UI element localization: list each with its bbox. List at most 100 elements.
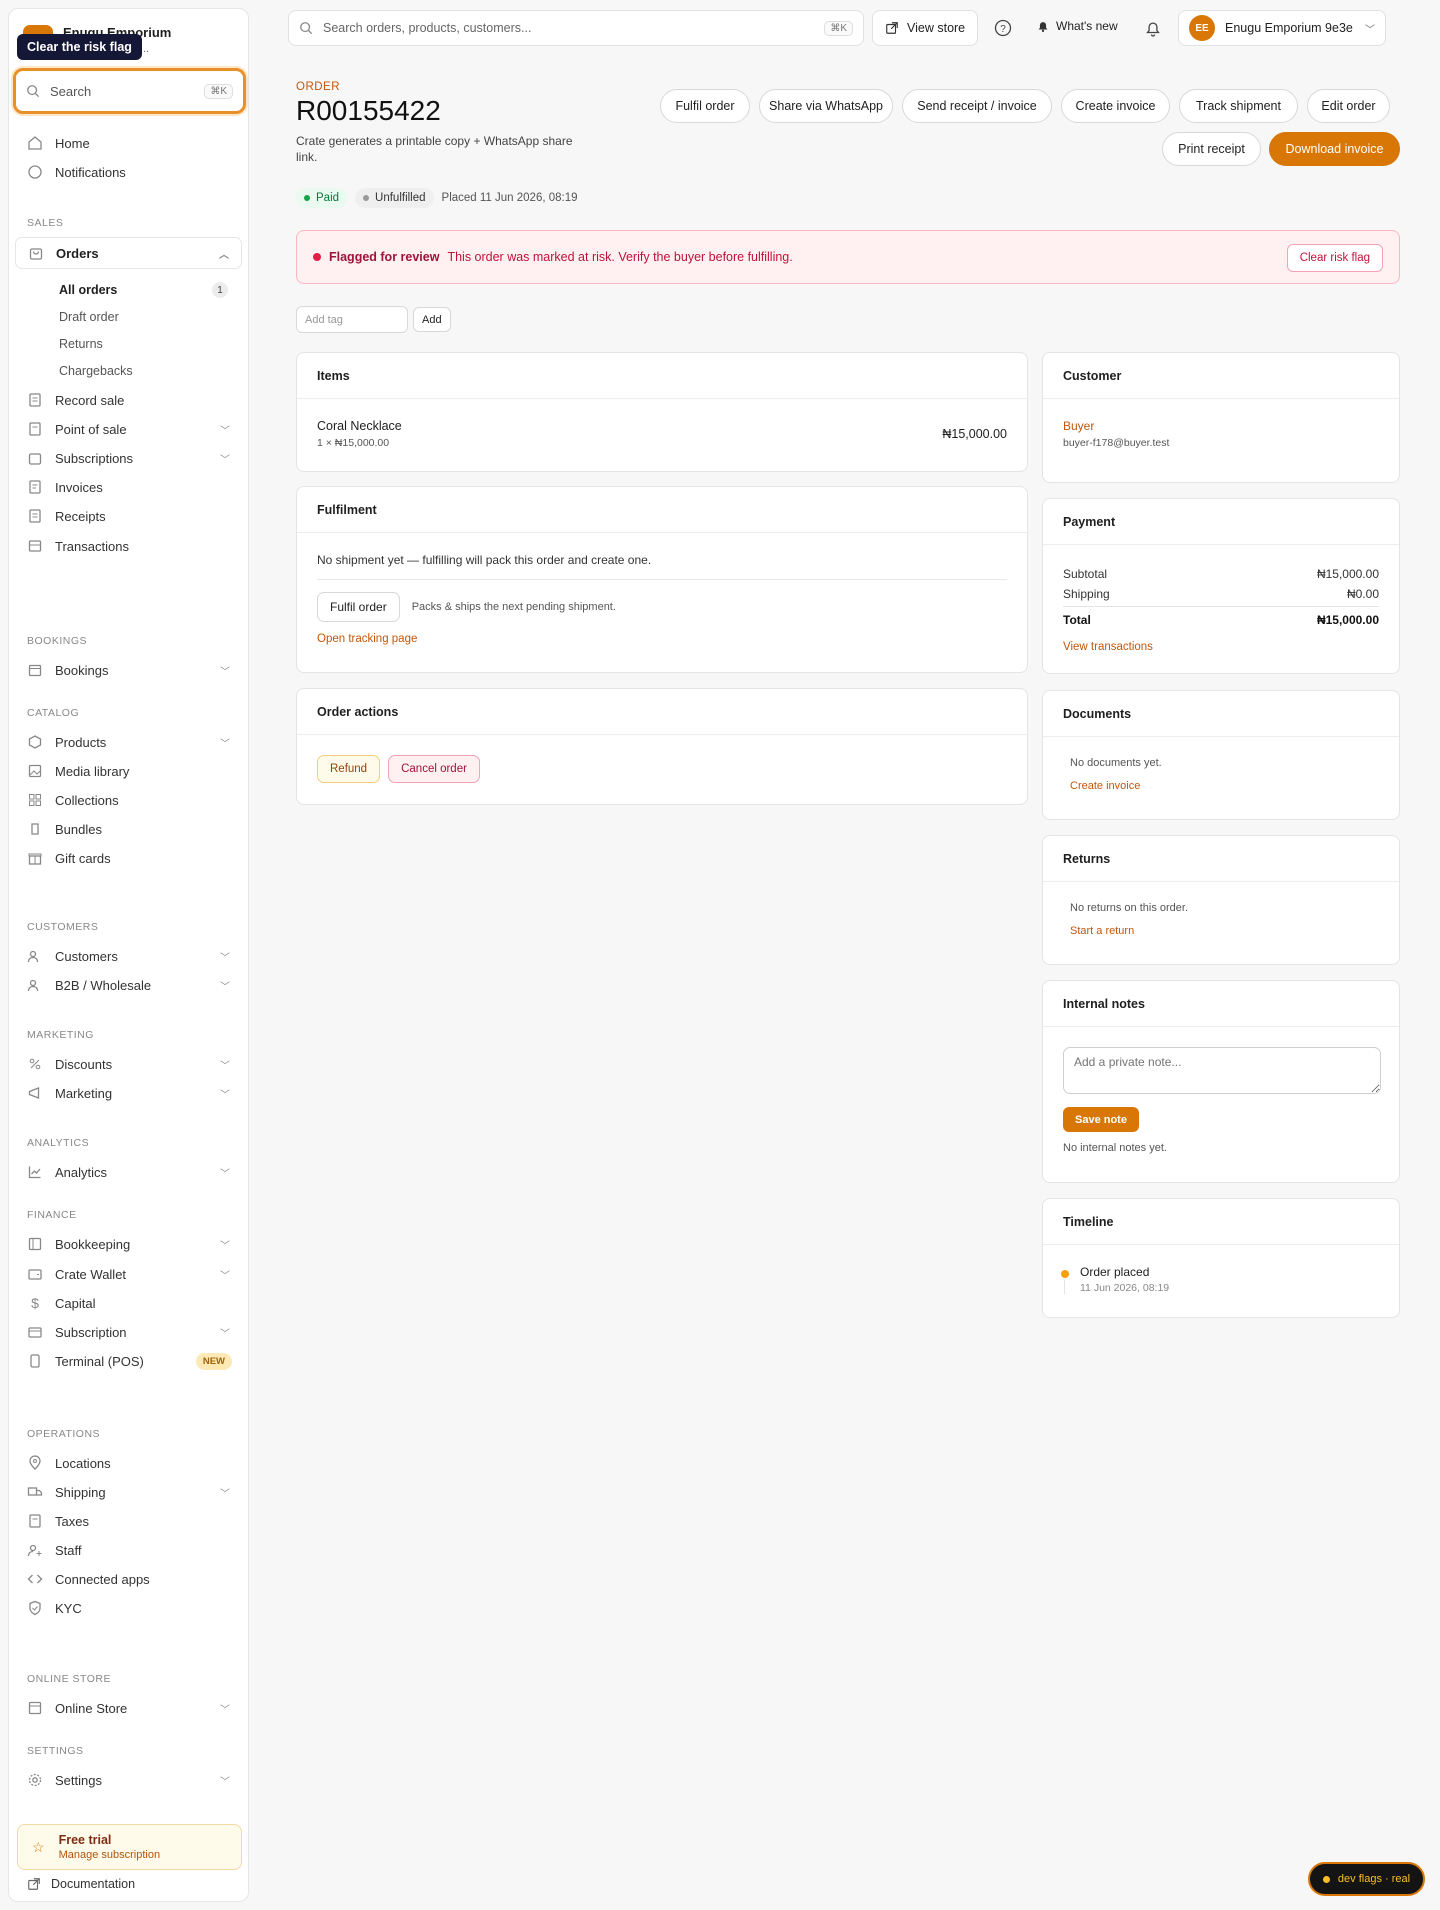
sidebar-item-crate-wallet[interactable]: Crate Wallet ﹀	[15, 1258, 242, 1290]
sidebar-item-products[interactable]: Products ﹀	[15, 726, 242, 758]
open-tracking-link[interactable]: Open tracking page	[317, 633, 1007, 645]
sidebar-item-point-of-sale[interactable]: Point of sale ﹀	[15, 413, 242, 445]
refund-button[interactable]: Refund	[317, 755, 381, 783]
download-invoice-button[interactable]: Download invoice	[1269, 132, 1400, 166]
sidebar-item-staff[interactable]: Staff	[15, 1534, 242, 1566]
free-trial-card[interactable]: ☆ Free trial Manage subscription	[17, 1824, 242, 1870]
sidebar-item-label: Bookkeeping	[55, 1236, 131, 1252]
fulfilment-message: No shipment yet — fulfilling will pack t…	[317, 553, 1007, 580]
sidebar-item-online-store[interactable]: Online Store ﹀	[15, 1692, 242, 1724]
sidebar-item-kyc[interactable]: KYC	[15, 1592, 242, 1624]
help-icon[interactable]: ?	[994, 19, 1012, 37]
internal-notes-card: Internal notes Save note No internal not…	[1042, 980, 1400, 1183]
global-search[interactable]: Search orders, products, customers... ⌘K	[288, 10, 864, 46]
chevron-down-icon: ﹀	[220, 1089, 230, 1101]
section-online-store: ONLINE STORE	[27, 1673, 111, 1685]
timeline-event: Order placed	[1080, 1265, 1150, 1279]
edit-order-button[interactable]: Edit order	[1307, 89, 1390, 123]
sidebar-item-discounts[interactable]: Discounts ﹀	[15, 1048, 242, 1080]
sidebar-item-analytics[interactable]: Analytics ﹀	[15, 1156, 242, 1188]
sidebar-item-shipping[interactable]: Shipping ﹀	[15, 1476, 242, 1508]
sidebar-item-marketing[interactable]: Marketing ﹀	[15, 1077, 242, 1109]
card-title: Returns	[1043, 836, 1399, 882]
sidebar-item-orders[interactable]: Orders ︿	[15, 237, 242, 269]
chevron-down-icon: ﹀	[220, 952, 230, 964]
sidebar-item-media-library[interactable]: Media library	[15, 755, 242, 787]
sidebar-item-notifications[interactable]: Notifications	[15, 156, 242, 188]
chevron-down-icon: ﹀	[220, 1240, 230, 1252]
add-tag-button[interactable]: Add	[413, 307, 451, 332]
sidebar-item-label: Receipts	[55, 508, 106, 524]
status-dot	[304, 195, 310, 201]
create-invoice-link[interactable]: Create invoice	[1070, 780, 1372, 792]
sidebar-subitem-returns[interactable]: Returns	[59, 337, 103, 351]
sidebar-item-invoices[interactable]: Invoices	[15, 471, 242, 503]
avatar: EE	[1189, 15, 1215, 41]
sidebar-item-bookkeeping[interactable]: Bookkeeping ﹀	[15, 1228, 242, 1260]
tag-input[interactable]: Add tag	[296, 306, 408, 333]
send-receipt-button[interactable]: Send receipt / invoice	[902, 89, 1052, 123]
sidebar-item-locations[interactable]: Locations	[15, 1447, 242, 1479]
create-invoice-button[interactable]: Create invoice	[1061, 89, 1170, 123]
sidebar-item-label: Crate Wallet	[55, 1266, 127, 1282]
chevron-down-icon: ﹀	[220, 454, 230, 466]
bell-icon[interactable]	[1144, 19, 1162, 37]
sidebar-item-bundles[interactable]: Bundles	[15, 813, 242, 845]
sidebar-item-label: Media library	[55, 763, 130, 779]
sidebar-item-label: Notifications	[55, 164, 126, 180]
share-whatsapp-button[interactable]: Share via WhatsApp	[759, 89, 893, 123]
view-transactions-link[interactable]: View transactions	[1063, 641, 1379, 653]
sidebar-item-record-sale[interactable]: Record sale	[15, 384, 242, 416]
section-catalog: CATALOG	[27, 707, 80, 719]
cancel-order-button[interactable]: Cancel order	[388, 755, 480, 783]
sidebar-item-home[interactable]: Home	[15, 127, 242, 159]
sidebar-search[interactable]: Search ⌘K	[13, 68, 246, 114]
sidebar-item-connected-apps[interactable]: Connected apps	[15, 1563, 242, 1595]
sidebar-item-subscription[interactable]: Subscription ﹀	[15, 1316, 242, 1348]
timeline-line	[1064, 1280, 1065, 1294]
whats-new-button[interactable]: What's new	[1036, 19, 1118, 33]
sidebar-item-taxes[interactable]: Taxes	[15, 1505, 242, 1537]
section-bookings: BOOKINGS	[27, 635, 88, 647]
sidebar-item-label: Taxes	[55, 1513, 89, 1529]
sidebar-item-gift-cards[interactable]: Gift cards	[15, 842, 242, 874]
view-store-button[interactable]: View store	[872, 10, 979, 46]
account-menu[interactable]: EE Enugu Emporium 9e3e ﹀	[1178, 10, 1386, 46]
product-name[interactable]: Coral Necklace	[317, 419, 1007, 433]
count-badge: 1	[212, 282, 228, 298]
sidebar-item-settings[interactable]: Settings ﹀	[15, 1764, 242, 1796]
start-return-link[interactable]: Start a return	[1070, 925, 1372, 937]
returns-empty: No returns on this order.	[1070, 902, 1189, 914]
documentation-link[interactable]: Documentation	[27, 1877, 135, 1891]
customer-name-link[interactable]: Buyer	[1063, 419, 1379, 433]
sidebar-item-terminal[interactable]: Terminal (POS) NEW	[15, 1345, 242, 1377]
global-search-placeholder: Search orders, products, customers...	[323, 21, 532, 35]
print-receipt-button[interactable]: Print receipt	[1162, 132, 1261, 166]
fulfil-order-button[interactable]: Fulfil order	[660, 89, 750, 123]
sidebar-item-bookings[interactable]: Bookings ﹀	[15, 654, 242, 686]
sidebar-item-collections[interactable]: Collections	[15, 784, 242, 816]
top-bar: Search orders, products, customers... ⌘K…	[288, 10, 1440, 46]
save-note-button[interactable]: Save note	[1063, 1107, 1139, 1132]
section-customers: CUSTOMERS	[27, 921, 99, 933]
sidebar-item-capital[interactable]: $ Capital	[15, 1287, 242, 1319]
sidebar-item-label: Gift cards	[55, 850, 111, 866]
sidebar-item-b2b[interactable]: B2B / Wholesale ﹀	[15, 969, 242, 1001]
sidebar-subitem-all-orders[interactable]: All orders	[59, 283, 117, 297]
section-marketing: MARKETING	[27, 1029, 94, 1041]
card-title: Timeline	[1043, 1199, 1399, 1245]
clear-risk-flag-button[interactable]: Clear risk flag	[1286, 244, 1383, 272]
sidebar-subitem-chargebacks[interactable]: Chargebacks	[59, 364, 133, 378]
documentation-label: Documentation	[51, 1877, 136, 1891]
sidebar-item-transactions[interactable]: Transactions	[15, 530, 242, 562]
sidebar-item-subscriptions[interactable]: Subscriptions ﹀	[15, 442, 242, 474]
sidebar-search-placeholder: Search	[50, 83, 92, 99]
sidebar-subitem-draft-order[interactable]: Draft order	[59, 310, 119, 324]
sidebar-item-receipts[interactable]: Receipts	[15, 500, 242, 532]
dev-flags-pill[interactable]: dev flags · real	[1308, 1862, 1425, 1896]
sidebar-item-customers[interactable]: Customers ﹀	[15, 940, 242, 972]
track-shipment-button[interactable]: Track shipment	[1179, 89, 1298, 123]
sidebar-item-label: Bookings	[55, 662, 109, 678]
note-textarea[interactable]	[1063, 1047, 1381, 1094]
fulfil-order-secondary-button[interactable]: Fulfil order	[317, 592, 400, 622]
